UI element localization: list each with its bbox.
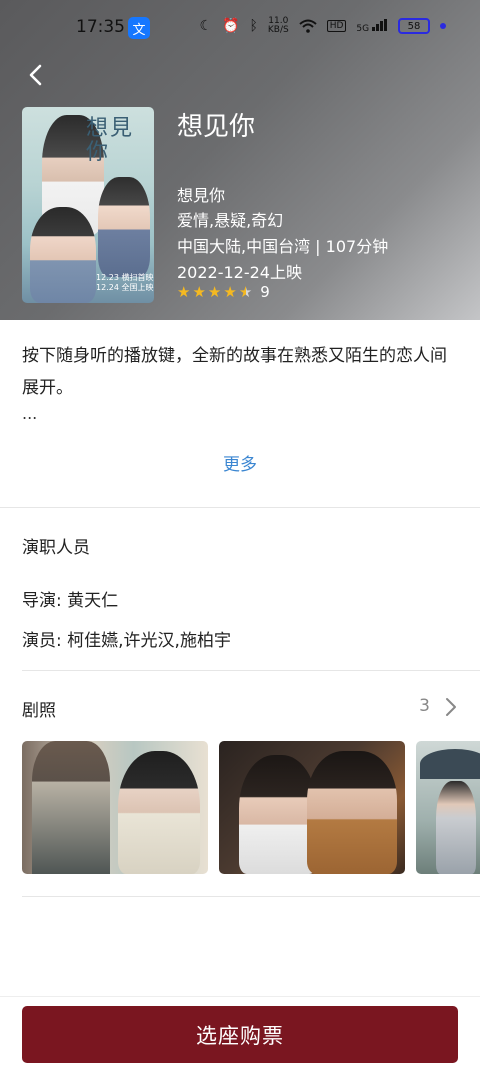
rating-score: 9 <box>260 283 270 301</box>
star-icon: ★ <box>223 283 237 301</box>
still-1-figure-woman <box>118 751 200 874</box>
chevron-right-icon[interactable] <box>444 697 458 717</box>
still-3-umbrella <box>420 749 480 779</box>
alarm-icon: ⏰ <box>222 18 240 34</box>
poster-date-2: 12.24 全国上映 <box>96 283 154 292</box>
movie-title: 想见你 <box>177 112 256 142</box>
movie-region-duration: 中国大陆,中国台湾 | 107分钟 <box>177 237 389 256</box>
stills-section-title: 剧照 <box>22 701 56 721</box>
bluetooth-icon: ᛒ <box>249 18 258 34</box>
movie-header: 17:35 文 ☾ ⏰ ᛒ 11.0 KB/S HD 5G 58 想見你 12.… <box>0 0 480 320</box>
battery-icon: 58 <box>398 18 430 34</box>
divider <box>0 507 480 508</box>
still-image-1[interactable] <box>22 741 208 874</box>
still-image-2[interactable] <box>219 741 405 874</box>
still-2-figure-woman <box>239 755 317 874</box>
still-image-3[interactable] <box>416 741 480 874</box>
actors-line[interactable]: 演员: 柯佳嬿,许光汉,施柏宇 <box>22 626 231 651</box>
signal-icon: 5G <box>356 18 388 34</box>
director-line[interactable]: 导演: 黄天仁 <box>22 586 118 611</box>
movie-release-date: 2022-12-24上映 <box>177 263 302 282</box>
still-1-figure-man <box>32 741 110 874</box>
still-3-figure <box>436 781 476 874</box>
star-icon: ★ <box>177 283 191 301</box>
app-notification-icon: 文 <box>128 17 150 39</box>
half-star-icon: ★ <box>238 283 253 301</box>
poster-figure-2 <box>30 207 96 303</box>
divider <box>22 896 480 897</box>
synopsis-text: 按下随身听的播放键，全新的故事在熟悉又陌生的恋人间展开。 <box>22 346 447 398</box>
status-time: 17:35 <box>76 17 125 37</box>
star-icon: ★ <box>207 283 222 301</box>
rating-stars: ★ ★ ★ ★ ★ 9 <box>177 283 270 301</box>
movie-alt-title: 想見你 <box>177 186 226 205</box>
hd-badge: HD <box>326 20 347 32</box>
more-button[interactable]: 更多 <box>0 450 480 475</box>
divider <box>22 670 480 671</box>
star-icon: ★ <box>192 283 206 301</box>
wifi-icon <box>299 19 317 33</box>
network-speed-unit: KB/S <box>267 25 289 35</box>
back-button[interactable] <box>20 60 50 90</box>
battery-dot <box>440 23 446 29</box>
movie-genres: 爱情,悬疑,奇幻 <box>177 211 284 230</box>
movie-poster[interactable]: 想見你 12.23 横扫首映 12.24 全国上映 <box>22 107 154 303</box>
battery-level: 58 <box>407 20 421 32</box>
cast-section-title: 演职人员 <box>22 538 90 558</box>
network-speed: 11.0 KB/S <box>268 17 289 35</box>
poster-date-1: 12.23 横扫首映 <box>96 273 154 282</box>
poster-dates: 12.23 横扫首映 12.24 全国上映 <box>96 273 153 293</box>
buy-tickets-button[interactable]: 选座购票 <box>22 1006 458 1063</box>
synopsis-ellipsis: ... <box>22 404 38 423</box>
status-bar: 17:35 文 ☾ ⏰ ᛒ 11.0 KB/S HD 5G 58 <box>0 0 480 56</box>
poster-title: 想見你 <box>86 116 135 165</box>
moon-icon: ☾ <box>199 18 213 34</box>
poster-figure-3 <box>98 177 150 277</box>
stills-count[interactable]: 3 <box>419 696 430 716</box>
still-2-figure-man <box>307 751 397 874</box>
signal-label: 5G <box>356 23 370 34</box>
status-icons: ☾ ⏰ ᛒ 11.0 KB/S HD 5G 58 <box>199 16 446 36</box>
chevron-left-icon <box>29 64 42 86</box>
